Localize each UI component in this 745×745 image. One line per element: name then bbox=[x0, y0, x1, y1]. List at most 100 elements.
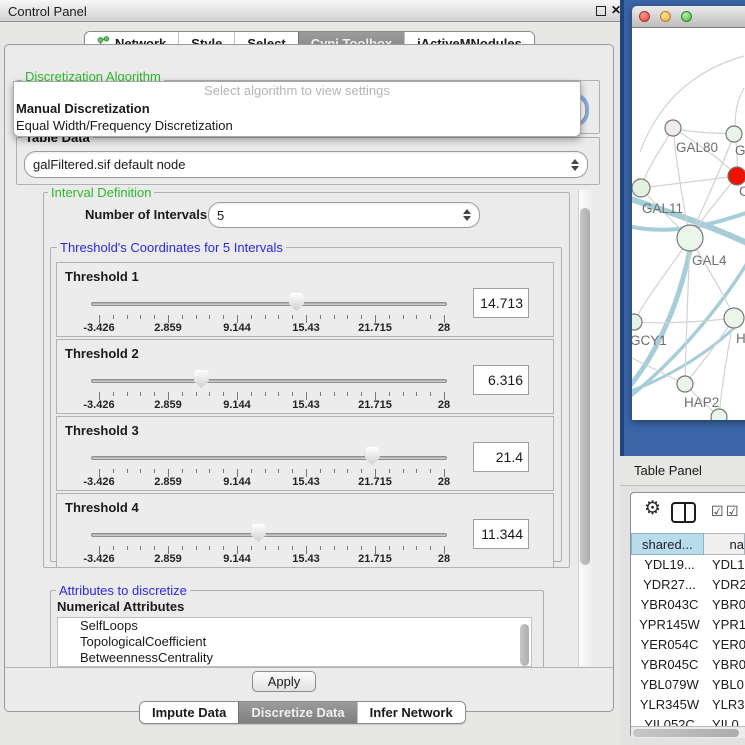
tick-label: 9.144 bbox=[223, 476, 251, 488]
tick-label: 15.43 bbox=[292, 553, 320, 565]
table-cell-name: YER0 bbox=[708, 635, 745, 655]
checkbox-icon[interactable]: ☑ bbox=[711, 503, 724, 520]
minor-tick bbox=[389, 546, 390, 550]
table-row[interactable]: YDR27...YDR2 bbox=[631, 575, 745, 595]
tab-impute-data[interactable]: Impute Data bbox=[140, 702, 238, 723]
network-node[interactable] bbox=[728, 167, 745, 185]
threshold-slider-track[interactable] bbox=[91, 456, 447, 460]
tab-discretize-data[interactable]: Discretize Data bbox=[238, 702, 356, 723]
threshold-panel: Threshold 3-3.4262.8599.14415.4321.71528… bbox=[56, 416, 554, 491]
dropdown-hint-item[interactable]: Select algorithm to view settings bbox=[14, 82, 580, 100]
tick-label: -3.426 bbox=[83, 553, 114, 565]
network-canvas[interactable]: GAL80GACGAL11GAL4GCY1HHAP2 bbox=[632, 28, 745, 420]
minor-tick bbox=[320, 469, 321, 473]
gear-icon[interactable]: ⚙ bbox=[644, 498, 661, 520]
tick-label: 2.859 bbox=[154, 553, 182, 565]
minor-tick bbox=[127, 392, 128, 396]
minimize-traffic-light-icon[interactable] bbox=[660, 11, 671, 22]
column-layout-icon[interactable] bbox=[671, 502, 696, 523]
minor-tick bbox=[292, 392, 293, 396]
minor-tick bbox=[154, 392, 155, 396]
network-node[interactable] bbox=[665, 120, 681, 136]
close-traffic-light-icon[interactable] bbox=[639, 11, 650, 22]
threshold-slider-thumb[interactable] bbox=[194, 370, 209, 388]
network-node[interactable] bbox=[724, 308, 744, 328]
table-cell-shared-name: YPR145W bbox=[631, 615, 708, 635]
threshold-slider-thumb[interactable] bbox=[251, 524, 266, 542]
tick-label: -3.426 bbox=[83, 322, 114, 334]
minor-tick bbox=[389, 469, 390, 473]
table-row[interactable]: YDL19...YDL1 bbox=[631, 555, 745, 575]
table-row[interactable]: YPR145WYPR1 bbox=[631, 615, 745, 635]
minor-tick bbox=[182, 546, 183, 550]
minor-tick bbox=[251, 392, 252, 396]
network-node[interactable] bbox=[711, 409, 727, 420]
network-node[interactable] bbox=[677, 225, 703, 251]
threshold-value-input[interactable]: 11.344 bbox=[473, 519, 529, 549]
dropdown-option[interactable]: Manual Discretization bbox=[14, 100, 580, 117]
checkbox-icon[interactable]: ☑ bbox=[726, 503, 739, 520]
minor-tick bbox=[140, 392, 141, 396]
table-row[interactable]: YBR045CYBR0 bbox=[631, 655, 745, 675]
minor-tick bbox=[416, 469, 417, 473]
network-node[interactable] bbox=[677, 376, 693, 392]
minor-tick bbox=[265, 392, 266, 396]
minor-tick bbox=[403, 546, 404, 550]
threshold-slider-track[interactable] bbox=[91, 379, 447, 383]
numerical-attributes-heading: Numerical Attributes bbox=[57, 599, 184, 614]
table-row[interactable]: YBR043CYBR0 bbox=[631, 595, 745, 615]
minor-tick bbox=[140, 469, 141, 473]
table-hscrollbar-thumb[interactable] bbox=[633, 729, 739, 737]
table-column-header-shared[interactable]: shared... bbox=[631, 533, 704, 555]
attribute-list-item[interactable]: BetweennessCentrality bbox=[58, 650, 531, 666]
float-window-icon[interactable] bbox=[596, 6, 606, 16]
apply-button[interactable]: Apply bbox=[252, 671, 316, 692]
number-of-intervals-combobox[interactable]: 5 bbox=[208, 202, 480, 228]
tick-label: 2.859 bbox=[154, 322, 182, 334]
minor-tick bbox=[347, 315, 348, 319]
attribute-list-item[interactable]: SelfLoops bbox=[58, 618, 531, 634]
network-node-label: GAL80 bbox=[676, 140, 718, 155]
panel-scrollbar-thumb[interactable] bbox=[580, 208, 590, 565]
minor-tick bbox=[223, 469, 224, 473]
table-column-header-name[interactable]: na bbox=[704, 533, 745, 555]
network-node[interactable] bbox=[726, 126, 742, 142]
table-row[interactable]: YER054CYER0 bbox=[631, 635, 745, 655]
minor-tick bbox=[127, 546, 128, 550]
table-row[interactable]: YBL079WYBL0 bbox=[631, 675, 745, 695]
interval-definition-group-title: Interval Definition bbox=[48, 185, 154, 200]
threshold-value-input[interactable]: 14.713 bbox=[473, 288, 529, 318]
threshold-slider-track[interactable] bbox=[91, 533, 447, 537]
table-data-combobox[interactable]: galFiltered.sif default node bbox=[24, 151, 588, 178]
table-cell-name: YDR2 bbox=[708, 575, 745, 595]
tick-label: 28 bbox=[438, 322, 450, 334]
attributes-list-scrollbar[interactable] bbox=[520, 624, 529, 666]
network-node[interactable] bbox=[632, 179, 650, 197]
threshold-value-input[interactable]: 6.316 bbox=[473, 365, 529, 395]
minor-tick bbox=[292, 546, 293, 550]
attribute-list-item[interactable]: TopologicalCoefficient bbox=[58, 634, 531, 650]
network-window-titlebar[interactable] bbox=[632, 6, 745, 28]
table-row[interactable]: YLR345WYLR3 bbox=[631, 695, 745, 715]
minor-tick bbox=[223, 315, 224, 319]
network-node-label: GCY1 bbox=[632, 333, 667, 348]
minor-tick bbox=[182, 469, 183, 473]
threshold-slider-track[interactable] bbox=[91, 302, 447, 306]
minor-tick bbox=[347, 392, 348, 396]
minor-tick bbox=[430, 315, 431, 319]
dropdown-option[interactable]: Equal Width/Frequency Discretization bbox=[14, 117, 580, 134]
tab-infer-network[interactable]: Infer Network bbox=[357, 702, 465, 723]
threshold-slider-thumb[interactable] bbox=[289, 293, 304, 311]
zoom-traffic-light-icon[interactable] bbox=[681, 11, 692, 22]
numerical-attributes-list[interactable]: SelfLoopsTopologicalCoefficientBetweenne… bbox=[57, 617, 532, 667]
threshold-value-input[interactable]: 21.4 bbox=[473, 442, 529, 472]
minor-tick bbox=[403, 469, 404, 473]
minor-tick bbox=[209, 315, 210, 319]
minor-tick bbox=[251, 546, 252, 550]
minor-tick bbox=[113, 315, 114, 319]
minor-tick bbox=[196, 469, 197, 473]
threshold-slider-thumb[interactable] bbox=[365, 447, 380, 465]
network-node[interactable] bbox=[632, 314, 642, 330]
network-node-label: GAL4 bbox=[692, 253, 727, 268]
tick-label: 2.859 bbox=[154, 399, 182, 411]
